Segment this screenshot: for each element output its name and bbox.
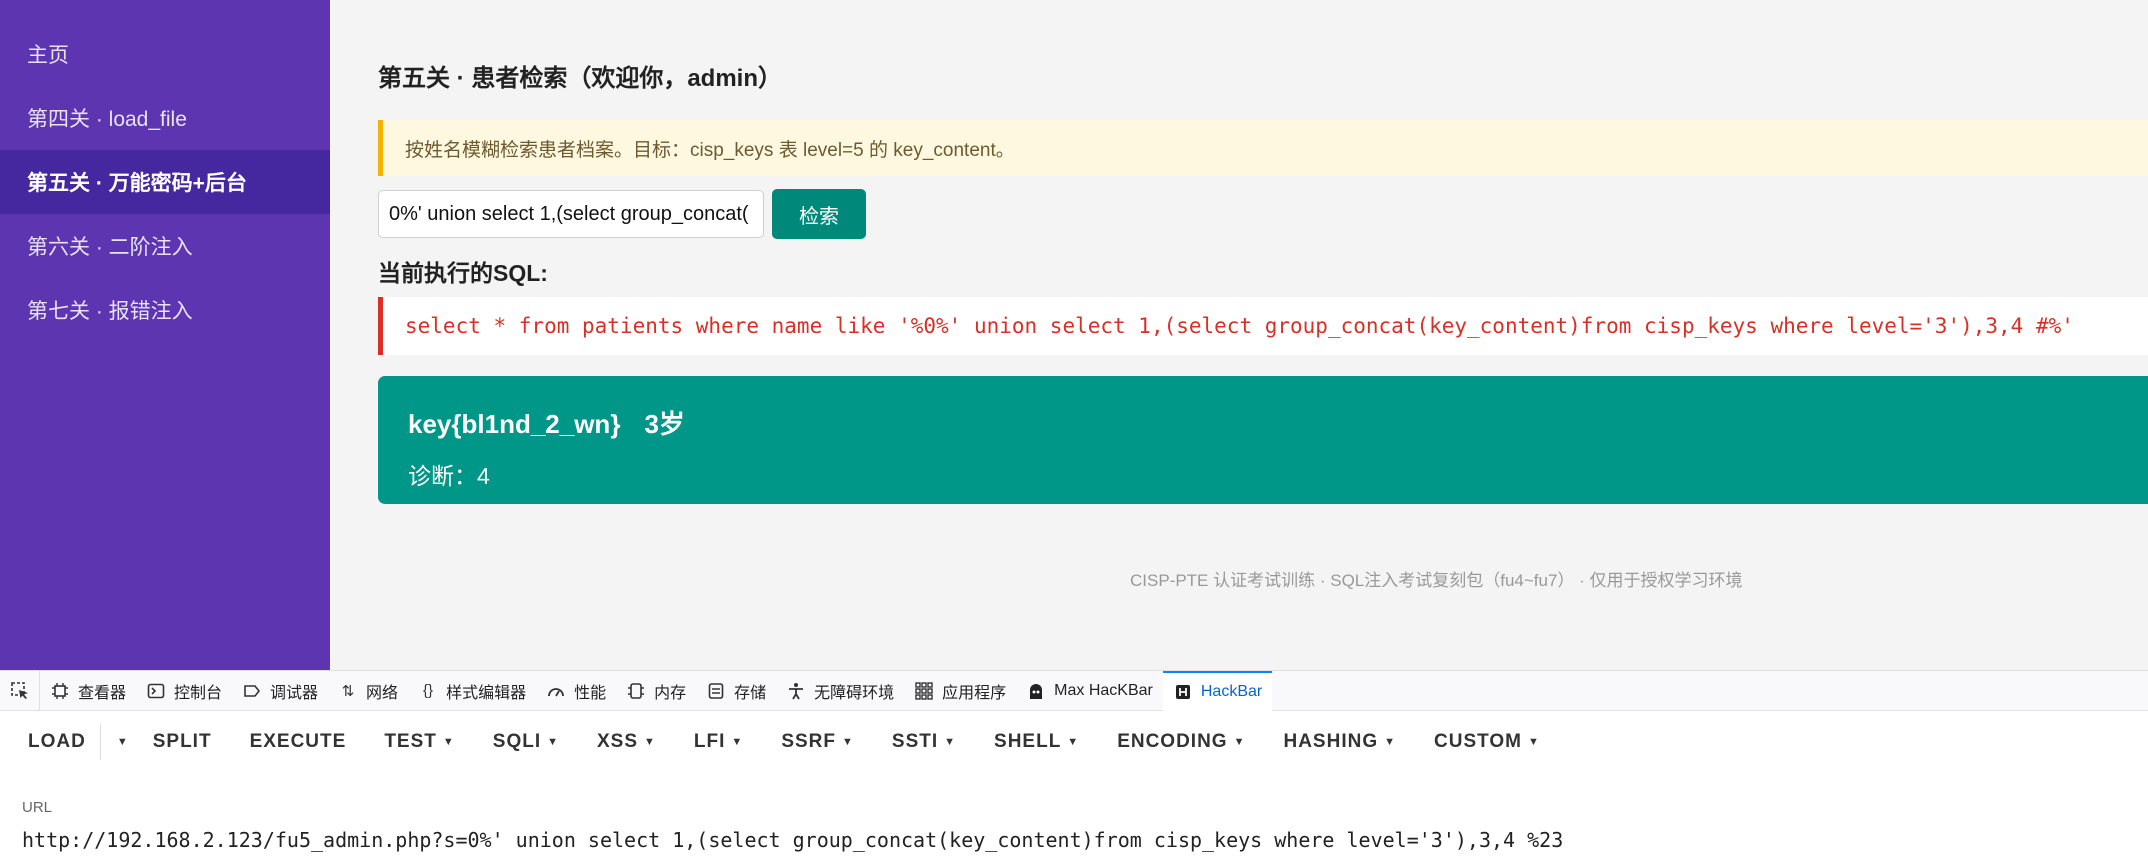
tab-network[interactable]: ⇅ 网络 (328, 671, 408, 711)
hackbar-toolbar: LOAD ▼ SPLIT EXECUTE TEST ▼ SQLI ▼ XSS ▼ LF… (0, 711, 2148, 773)
sqli-menu[interactable]: SQLI ▼ (469, 711, 573, 773)
shell-menu[interactable]: SHELL ▼ (970, 711, 1093, 773)
tab-debugger[interactable]: 调试器 (232, 671, 328, 711)
tab-label: 存储 (734, 684, 767, 702)
devtools-tab-bar: 查看器 控制台 调试器 ⇅ 网络 {} 样式编辑器 性能 内存 存储 无障碍环境… (0, 670, 2148, 711)
tab-inspector[interactable]: 查看器 (40, 671, 136, 711)
chevron-down-icon: ▼ (1233, 736, 1246, 748)
accessibility-icon (786, 681, 806, 701)
tab-performance[interactable]: 性能 (536, 671, 616, 711)
menu-label: XSS (597, 731, 639, 752)
tab-label: 查看器 (78, 684, 127, 702)
sql-title: 当前执行的SQL: (378, 260, 548, 286)
tab-memory[interactable]: 内存 (616, 671, 696, 711)
sidebar: 主页 第四关 · load_file 第五关 · 万能密码+后台 第六关 · 二… (0, 0, 330, 670)
result-card: key{bl1nd_2_wn} 3岁 诊断：4 (378, 376, 2148, 504)
tab-accessibility[interactable]: 无障碍环境 (776, 671, 904, 711)
tab-storage[interactable]: 存储 (696, 671, 776, 711)
app-page: 主页 第四关 · load_file 第五关 · 万能密码+后台 第六关 · 二… (0, 0, 2148, 670)
application-icon (914, 681, 934, 701)
test-menu[interactable]: TEST ▼ (360, 711, 468, 773)
load-dropdown-icon[interactable]: ▼ (101, 711, 139, 773)
search-input[interactable] (378, 190, 764, 238)
inspector-icon (50, 681, 70, 701)
chevron-down-icon: ▼ (1527, 736, 1540, 748)
page-title: 第五关 · 患者检索（欢迎你，admin） (378, 65, 783, 92)
hackbar-icon (1173, 682, 1193, 702)
url-field[interactable]: http://192.168.2.123/fu5_admin.php?s=0%'… (22, 828, 1563, 852)
ssrf-menu[interactable]: SSRF ▼ (757, 711, 868, 773)
url-label: URL (22, 799, 53, 816)
devtools-panel: 查看器 控制台 调试器 ⇅ 网络 {} 样式编辑器 性能 内存 存储 无障碍环境… (0, 670, 2148, 858)
result-diagnosis: 诊断：4 (408, 463, 490, 489)
sidebar-item-level6[interactable]: 第六关 · 二阶注入 (0, 214, 330, 278)
tab-console[interactable]: 控制台 (136, 671, 232, 711)
menu-label: SSTI (891, 731, 939, 752)
menu-label: LFI (693, 731, 726, 752)
tab-hackbar[interactable]: HackBar (1162, 670, 1273, 711)
console-icon (146, 681, 166, 701)
chevron-down-icon: ▼ (731, 736, 744, 748)
hint-box: 按姓名模糊检索患者档案。目标：cisp_keys 表 level=5 的 key… (378, 120, 2148, 176)
menu-label: ENCODING (1117, 731, 1228, 752)
debugger-icon (242, 681, 262, 701)
tab-label: 网络 (366, 684, 399, 702)
performance-icon (546, 681, 566, 701)
sidebar-item-level4[interactable]: 第四关 · load_file (0, 86, 330, 150)
hashing-menu[interactable]: HASHING ▼ (1259, 711, 1410, 773)
max-hackbar-icon (1026, 681, 1046, 701)
custom-menu[interactable]: CUSTOM ▼ (1410, 711, 1554, 773)
menu-label: CUSTOM (1434, 731, 1522, 752)
tab-label: HackBar (1200, 682, 1263, 700)
main-content: 第五关 · 患者检索（欢迎你，admin） 按姓名模糊检索患者档案。目标：cis… (330, 0, 2148, 670)
chevron-down-icon: ▼ (842, 736, 854, 748)
tab-max-hackbar[interactable]: Max HacKBar (1016, 671, 1163, 711)
chevron-down-icon: ▼ (1067, 736, 1080, 748)
result-header: key{bl1nd_2_wn} 3岁 (408, 404, 2148, 441)
menu-label: HASHING (1283, 731, 1379, 752)
execute-button[interactable]: EXECUTE (226, 711, 361, 773)
tab-style-editor[interactable]: {} 样式编辑器 (408, 671, 536, 711)
menu-label: SQLI (492, 731, 542, 752)
encoding-menu[interactable]: ENCODING ▼ (1093, 711, 1259, 773)
tab-label: 控制台 (174, 684, 223, 702)
tab-label: 内存 (654, 684, 687, 702)
sidebar-item-level5[interactable]: 第五关 · 万能密码+后台 (0, 150, 330, 214)
footer-text: CISP-PTE 认证考试训练 · SQL注入考试复刻包（fu4~fu7） · … (1130, 571, 1743, 590)
chevron-down-icon: ▼ (944, 736, 957, 748)
tab-label: 调试器 (270, 684, 319, 702)
chevron-down-icon: ▼ (1384, 736, 1396, 748)
menu-label: TEST (384, 731, 437, 752)
network-icon: ⇅ (341, 682, 355, 700)
storage-icon (706, 681, 726, 701)
tab-label: 无障碍环境 (814, 684, 895, 702)
chevron-down-icon: ▼ (644, 736, 656, 748)
tab-label: 性能 (574, 684, 607, 702)
sidebar-item-home[interactable]: 主页 (0, 22, 330, 86)
chevron-down-icon: ▼ (547, 736, 559, 748)
result-name: key{bl1nd_2_wn} (408, 409, 621, 439)
style-editor-icon: {} (423, 682, 434, 699)
menu-label: SHELL (994, 731, 1062, 752)
split-button[interactable]: SPLIT (139, 711, 226, 773)
chevron-down-icon: ▼ (442, 736, 455, 748)
memory-icon (626, 681, 646, 701)
element-picker-icon[interactable] (0, 670, 40, 711)
tab-label: 样式编辑器 (446, 684, 527, 702)
load-button[interactable]: LOAD (14, 711, 100, 773)
menu-label: SSRF (781, 731, 836, 752)
tab-label: 应用程序 (942, 684, 1007, 702)
ssti-menu[interactable]: SSTI ▼ (868, 711, 970, 773)
tab-application[interactable]: 应用程序 (904, 671, 1016, 711)
search-button[interactable]: 检索 (772, 189, 866, 239)
result-age: 3岁 (644, 409, 685, 439)
sql-query: select * from patients where name like '… (378, 297, 2148, 355)
xss-menu[interactable]: XSS ▼ (573, 711, 670, 773)
sidebar-item-level7[interactable]: 第七关 · 报错注入 (0, 278, 330, 342)
lfi-menu[interactable]: LFI ▼ (670, 711, 757, 773)
tab-label: Max HacKBar (1054, 681, 1153, 699)
